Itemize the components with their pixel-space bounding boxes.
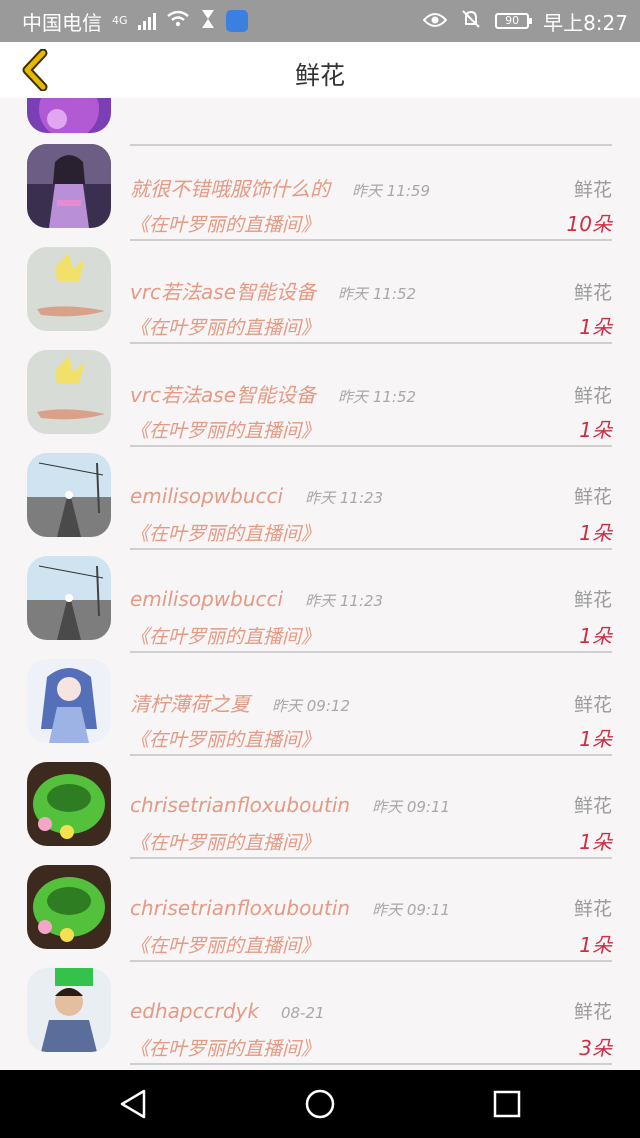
gift-count: 1朵: [579, 521, 612, 545]
mute-bell-icon: [461, 9, 481, 34]
list-item[interactable]: vrc若法ase智能设备 昨天 11:52 鲜花 《在叶罗丽的直播间》 1朵: [0, 234, 640, 344]
room-name: 《在叶罗丽的直播间》: [130, 729, 321, 751]
list-item[interactable]: 就很不错哦服饰什么的 昨天 11:59 鲜花 《在叶罗丽的直播间》 10朵: [0, 131, 640, 241]
sender-name[interactable]: 清柠薄荷之夏: [130, 688, 250, 717]
sender-name[interactable]: chrisetrianfloxuboutin: [130, 896, 350, 920]
gift-count: 1朵: [579, 727, 612, 751]
gift-count: 1朵: [579, 315, 612, 339]
sender-name[interactable]: emilisopwbucci: [130, 587, 283, 611]
timestamp: 昨天 11:52: [338, 285, 417, 303]
wifi-icon: [166, 9, 190, 33]
avatar: [27, 762, 111, 846]
timestamp: 昨天 09:12: [272, 697, 350, 715]
timestamp: 昨天 11:59: [352, 182, 430, 200]
sender-name[interactable]: 就很不错哦服饰什么的: [130, 173, 330, 202]
nav-home-button[interactable]: [290, 1074, 350, 1134]
room-name: 《在叶罗丽的直播间》: [130, 935, 321, 957]
row-header: chrisetrianfloxuboutin 昨天 09:11 鲜花: [130, 894, 612, 924]
gift-count: 3朵: [579, 1036, 612, 1060]
page-title: 鲜花: [294, 61, 345, 90]
list-item[interactable]: emilisopwbucci 昨天 11:23 鲜花 《在叶罗丽的直播间》 1朵: [0, 543, 640, 653]
avatar: [27, 865, 111, 949]
list-item[interactable]: vrc若法ase智能设备 昨天 11:52 鲜花 《在叶罗丽的直播间》 1朵: [0, 337, 640, 447]
avatar: [27, 350, 111, 434]
avatar: [27, 247, 111, 331]
circle-home-icon: [305, 1089, 335, 1119]
timestamp: 昨天 09:11: [372, 798, 451, 816]
carrier-label: 中国电信: [22, 10, 102, 35]
sender-name[interactable]: vrc若法ase智能设备: [130, 276, 316, 305]
sender-name[interactable]: emilisopwbucci: [130, 484, 283, 508]
avatar: [27, 144, 111, 228]
gift-type: 鲜花: [573, 179, 612, 201]
timestamp: 08-21: [280, 1004, 325, 1022]
app-notification-icon: [225, 10, 248, 32]
clock: 早上8:27: [543, 10, 628, 35]
network-type: 4G: [112, 14, 128, 27]
sender-name[interactable]: chrisetrianfloxuboutin: [130, 793, 350, 817]
list-item-partial[interactable]: [0, 1058, 640, 1070]
gift-count: 1朵: [579, 933, 612, 957]
avatar: [27, 98, 111, 133]
row-header: edhapccrdyk 08-21 鲜花: [130, 997, 612, 1027]
room-name: 《在叶罗丽的直播间》: [130, 1038, 321, 1060]
sender-name[interactable]: edhapccrdyk: [130, 999, 259, 1023]
gift-count: 1朵: [579, 624, 612, 648]
avatar: [27, 968, 111, 1052]
status-right: 90 早上8:27: [422, 7, 628, 36]
room-name: 《在叶罗丽的直播间》: [130, 523, 321, 545]
list-item[interactable]: 清柠薄荷之夏 昨天 09:12 鲜花 《在叶罗丽的直播间》 1朵: [0, 646, 640, 756]
gift-count: 10朵: [566, 212, 612, 236]
timestamp: 昨天 11:23: [305, 489, 384, 507]
triangle-back-icon: [121, 1089, 146, 1119]
timestamp: 昨天 11:52: [338, 388, 417, 406]
hourglass-icon: [200, 9, 216, 34]
gift-type: 鲜花: [573, 589, 612, 611]
system-nav-bar: [0, 1070, 640, 1138]
gift-type: 鲜花: [573, 898, 612, 920]
eye-icon: [422, 9, 448, 33]
room-name: 《在叶罗丽的直播间》: [130, 626, 321, 648]
room-name: 《在叶罗丽的直播间》: [130, 214, 321, 236]
row-header: chrisetrianfloxuboutin 昨天 09:11 鲜花: [130, 791, 612, 821]
gift-count: 1朵: [579, 418, 612, 442]
list-item[interactable]: chrisetrianfloxuboutin 昨天 09:11 鲜花 《在叶罗丽…: [0, 749, 640, 859]
timestamp: 昨天 11:23: [305, 592, 384, 610]
signal-icon: [137, 12, 156, 30]
avatar: [27, 556, 111, 640]
gift-count: 1朵: [579, 830, 612, 854]
status-bar: 中国电信 4G 90 早上8:27: [0, 0, 640, 42]
row-header: 清柠薄荷之夏 昨天 09:12 鲜花: [130, 688, 612, 718]
avatar: [27, 453, 111, 537]
room-name: 《在叶罗丽的直播间》: [130, 317, 321, 339]
gift-type: 鲜花: [573, 1001, 612, 1023]
gift-type: 鲜花: [573, 795, 612, 817]
gift-type: 鲜花: [573, 486, 612, 508]
gift-type: 鲜花: [573, 385, 612, 407]
room-name: 《在叶罗丽的直播间》: [130, 832, 321, 854]
list-item[interactable]: emilisopwbucci 昨天 11:23 鲜花 《在叶罗丽的直播间》 1朵: [0, 440, 640, 550]
list-item[interactable]: chrisetrianfloxuboutin 昨天 09:11 鲜花 《在叶罗丽…: [0, 852, 640, 962]
avatar: [27, 659, 111, 743]
square-recents-icon: [493, 1090, 520, 1118]
battery-icon: 90: [495, 13, 533, 29]
gift-list[interactable]: 就很不错哦服饰什么的 昨天 11:59 鲜花 《在叶罗丽的直播间》 10朵 vr…: [0, 98, 640, 1070]
row-header: emilisopwbucci 昨天 11:23 鲜花: [130, 482, 612, 512]
row-header: 就很不错哦服饰什么的 昨天 11:59 鲜花: [130, 173, 612, 203]
gift-type: 鲜花: [573, 694, 612, 716]
nav-back-button[interactable]: [103, 1074, 163, 1134]
timestamp: 昨天 09:11: [372, 901, 451, 919]
row-header: emilisopwbucci 昨天 11:23 鲜花: [130, 585, 612, 615]
nav-recents-button[interactable]: [477, 1074, 537, 1134]
row-header: vrc若法ase智能设备 昨天 11:52 鲜花: [130, 276, 612, 306]
sender-name[interactable]: vrc若法ase智能设备: [130, 379, 316, 408]
gift-type: 鲜花: [573, 282, 612, 304]
row-header: vrc若法ase智能设备 昨天 11:52 鲜花: [130, 379, 612, 409]
header: 鲜花: [0, 42, 640, 98]
status-left: 中国电信 4G: [22, 7, 248, 36]
list-item[interactable]: edhapccrdyk 08-21 鲜花 《在叶罗丽的直播间》 3朵: [0, 955, 640, 1065]
room-name: 《在叶罗丽的直播间》: [130, 420, 321, 442]
